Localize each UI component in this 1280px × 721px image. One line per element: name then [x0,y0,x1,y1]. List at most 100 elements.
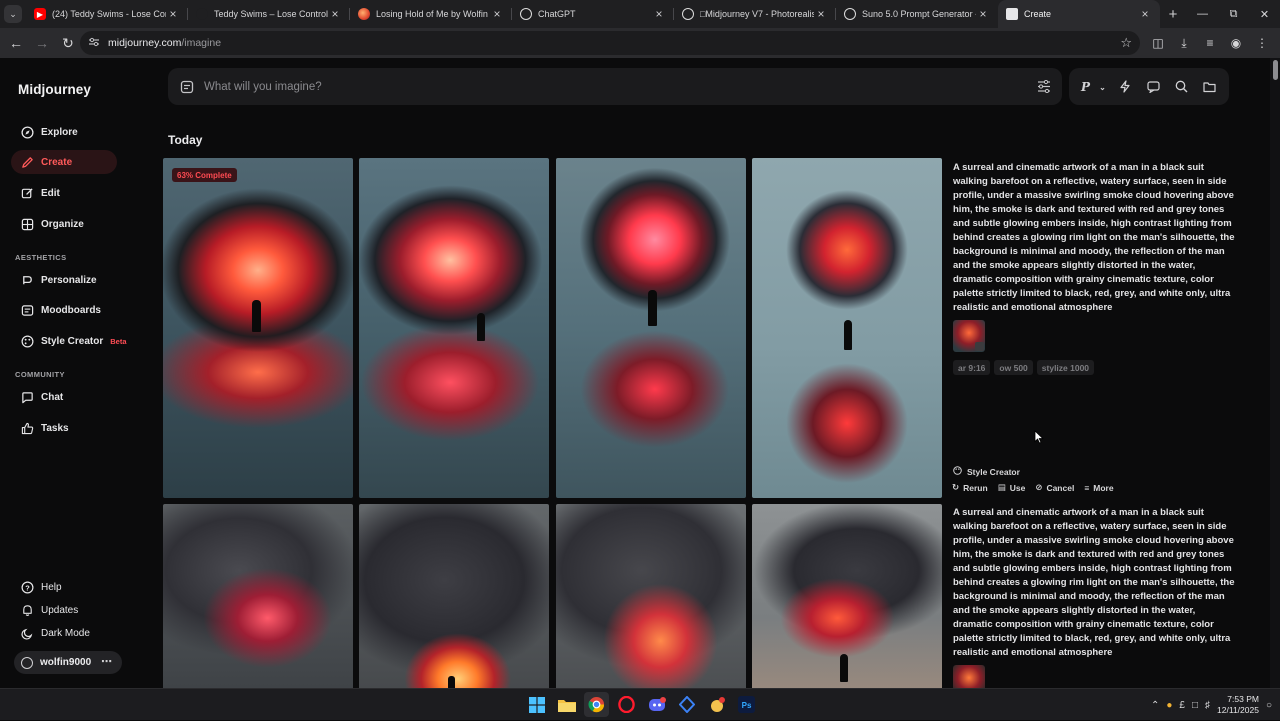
photoshop-icon[interactable]: Ps [734,692,759,717]
close-tab-icon[interactable]: × [166,7,180,21]
system-clock[interactable]: 7:53 PM 12/11/2025 [1217,694,1259,716]
tab-search-button[interactable]: ⌄ [0,0,26,28]
minimize-icon[interactable]: — [1187,0,1218,28]
generated-image[interactable] [359,504,549,688]
scrollbar-thumb[interactable] [1273,60,1278,80]
reload-icon[interactable]: ↻ [56,31,80,55]
opera-icon[interactable] [614,692,639,717]
media-control-icon[interactable]: ≡ [1198,31,1222,55]
prompt-text[interactable]: A surreal and cinematic artwork of a man… [953,506,1237,660]
file-explorer-icon[interactable] [554,692,579,717]
close-tab-icon[interactable]: × [490,7,504,21]
url-path: /imagine [181,37,222,49]
app-logo[interactable]: Midjourney [18,82,91,97]
midjourney-icon [1006,8,1018,20]
browser-tab[interactable]: Teddy Swims – Lose Control Ly × [188,0,350,28]
figure-silhouette [840,654,848,682]
style-creator-link[interactable]: Style Creator [953,466,1020,477]
app-icon[interactable] [704,692,729,717]
close-window-icon[interactable]: ✕ [1249,0,1280,28]
prompt-text[interactable]: A surreal and cinematic artwork of a man… [953,161,1237,315]
close-tab-icon[interactable]: × [1138,7,1152,21]
profile-avatar-icon[interactable]: ◉ [1224,31,1248,55]
keyboard-language[interactable]: £ [1179,700,1185,711]
folder-icon[interactable] [1197,75,1221,99]
sidebar-item-organize[interactable]: Organize [11,212,117,236]
imagine-prompt-input[interactable] [204,80,1004,93]
generated-image[interactable] [556,158,746,498]
site-info-icon[interactable] [88,36,102,50]
sidebar-item-explore[interactable]: Explore [11,120,117,144]
browser-tab[interactable]: ▶ (24) Teddy Swims - Lose Contro × [26,0,188,28]
new-tab-button[interactable]: + [1160,6,1186,23]
page-scrollbar[interactable] [1270,58,1280,688]
sidebar-item-moodboards[interactable]: Moodboards [11,298,117,322]
user-account-pill[interactable]: wolfin9000 ⋯ [14,651,122,674]
parameter-chip[interactable]: ow 500 [994,360,1033,375]
vpn-icon[interactable] [674,692,699,717]
more-button[interactable]: ≡ More [1084,482,1113,493]
notification-bell-icon[interactable]: ○ [1266,700,1272,711]
url-field[interactable]: midjourney.com/imagine ☆ [80,31,1140,55]
more-options-icon[interactable]: ⋯ [101,655,113,668]
discord-icon[interactable] [644,692,669,717]
sidebar-item-edit[interactable]: Edit [11,181,117,205]
chevron-up-icon[interactable]: ⌃ [1151,700,1159,711]
browser-tab[interactable]: ChatGPT × [512,0,674,28]
lightning-icon[interactable] [1113,75,1137,99]
clock-date: 12/11/2025 [1217,705,1259,715]
restore-icon[interactable]: ⧉ [1218,0,1249,28]
rerun-button[interactable]: ↻ Rerun [952,482,988,493]
browser-tab-active[interactable]: Create × [998,0,1160,28]
sidebar-item-label: Style Creator [41,335,104,347]
browser-tab[interactable]: Suno 5.0 Prompt Generator - W × [836,0,998,28]
sidebar-item-label: Create [41,156,73,168]
volume-icon[interactable]: ♯ [1205,700,1210,711]
reference-image-thumbnail[interactable] [953,665,985,688]
sidebar-item-chat[interactable]: Chat [11,385,117,409]
browser-menu-icon[interactable]: ⋮ [1250,31,1274,55]
browser-tab[interactable]: □Midjourney V7 - Photorealisti × [674,0,836,28]
sidebar-item-help[interactable]: ? Help [11,575,117,599]
generated-image[interactable] [556,504,746,688]
close-tab-icon[interactable]: × [976,7,990,21]
browser-tab[interactable]: Losing Hold of Me by Wolfin | S × [350,0,512,28]
sidebar-item-updates[interactable]: Updates [11,598,117,622]
sidebar-item-tasks[interactable]: Tasks [11,416,117,440]
cancel-button[interactable]: ⊘ Cancel [1035,482,1074,493]
forward-arrow-icon[interactable]: → [30,31,54,55]
back-arrow-icon[interactable]: ← [4,31,28,55]
close-tab-icon[interactable]: × [814,7,828,21]
chat-bubble-icon[interactable] [1141,75,1165,99]
extensions-puzzle-icon[interactable]: ◫ [1146,31,1170,55]
sidebar-item-style-creator[interactable]: Style Creator Beta [11,329,131,353]
sidebar-item-create[interactable]: Create [11,150,117,174]
sidebar-item-dark-mode[interactable]: Dark Mode [11,621,117,645]
windows-start-icon[interactable] [524,692,549,717]
bookmark-star-icon[interactable]: ☆ [1120,35,1132,51]
parameter-chip[interactable]: stylize 1000 [1036,360,1095,375]
parameter-chips: ar 9:16 ow 500 stylize 1000 [953,360,1095,375]
reference-image-thumbnail[interactable] [953,320,985,352]
personalize-toggle-button[interactable]: P ⌄ [1079,75,1109,99]
microphone-icon[interactable]: ● [1166,700,1172,711]
generated-image[interactable]: 63% Complete [163,158,353,498]
progress-badge: 63% Complete [172,168,237,182]
generated-image[interactable] [752,504,942,688]
close-tab-icon[interactable]: × [328,7,342,21]
generated-image[interactable] [359,158,549,498]
image-prompt-icon[interactable] [180,80,194,94]
settings-sliders-icon[interactable] [1036,78,1052,94]
close-tab-icon[interactable]: × [652,7,666,21]
generated-image[interactable] [163,504,353,688]
use-button[interactable]: ▤ Use [998,482,1026,493]
parameter-chip[interactable]: ar 9:16 [953,360,991,375]
generated-image[interactable] [752,158,942,498]
network-icon[interactable]: □ [1192,700,1198,711]
tab-title: □Midjourney V7 - Photorealisti [700,9,814,19]
rerun-icon: ↻ [952,482,960,492]
sidebar-item-personalize[interactable]: Personalize [11,268,117,292]
chrome-icon[interactable] [584,692,609,717]
search-icon[interactable] [1169,75,1193,99]
download-icon[interactable]: ⤓ [1172,31,1196,55]
